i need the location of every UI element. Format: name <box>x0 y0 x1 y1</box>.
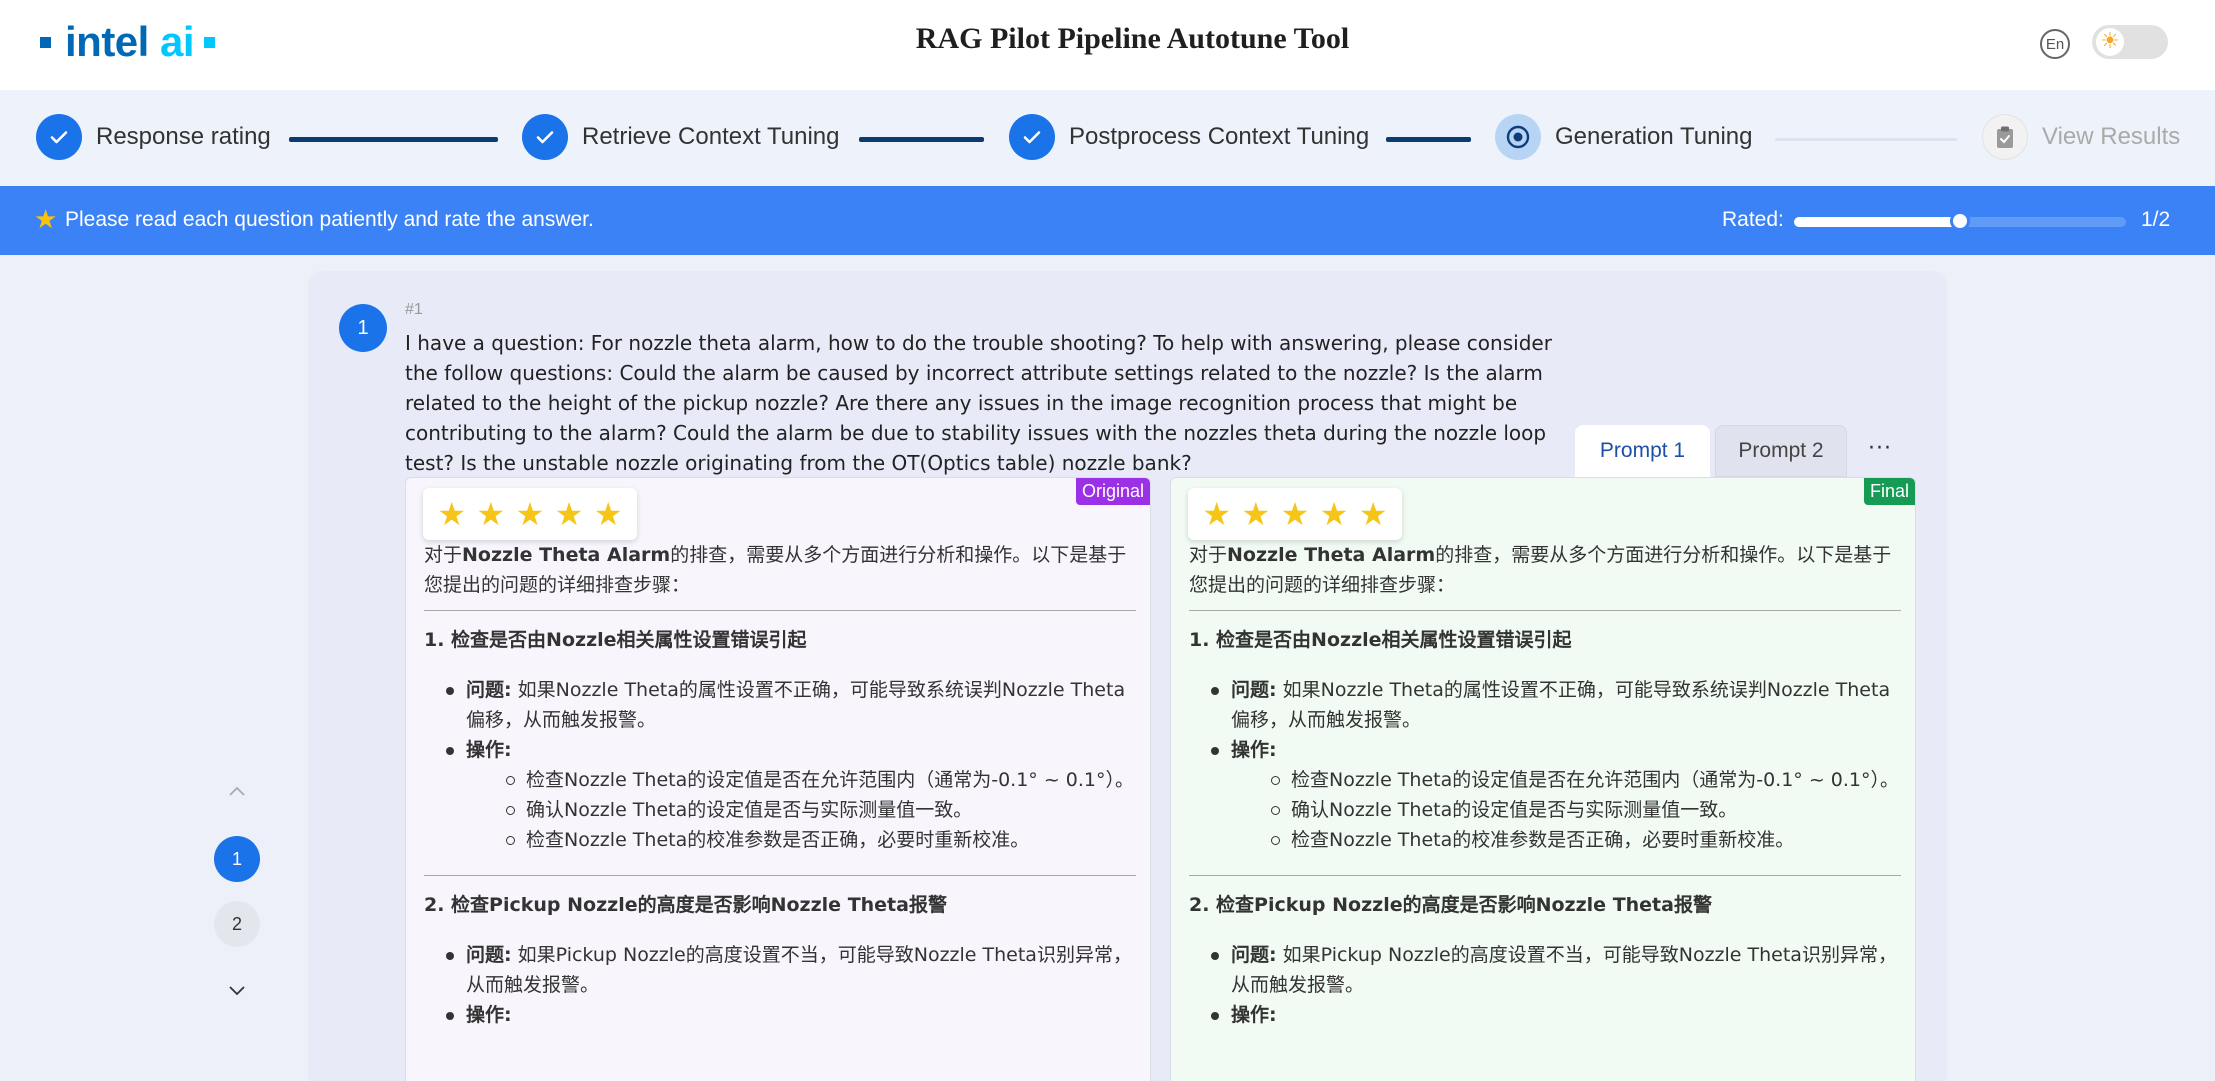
star-rating[interactable]: ★ ★ ★ ★ ★ <box>1188 488 1402 540</box>
banner-message: Please read each question patiently and … <box>65 208 594 231</box>
question-text: I have a question: For nozzle theta alar… <box>405 331 1552 475</box>
list-item: 操作: <box>446 1000 1136 1030</box>
page-title: RAG Pilot Pipeline Autotune Tool <box>915 22 1350 55</box>
theme-toggle[interactable]: ☀ <box>2092 25 2168 59</box>
check-icon <box>36 114 82 160</box>
divider <box>1189 610 1901 611</box>
section-heading: 2. 检查Pickup Nozzle的高度是否影响Nozzle Theta报警 <box>424 894 947 916</box>
more-options-button[interactable]: ··· <box>1868 436 1892 461</box>
radio-dot-icon <box>1495 114 1541 160</box>
pager-item-1[interactable]: 1 <box>214 836 260 882</box>
star-icon[interactable]: ★ <box>1202 498 1231 530</box>
star-icon[interactable]: ★ <box>1281 498 1310 530</box>
answer-body: 对于Nozzle Theta Alarm的排查，需要从多个方面进行分析和操作。以… <box>1189 540 1901 1050</box>
list-item: 操作: 检查Nozzle Theta的设定值是否在允许范围内（通常为-0.1° … <box>1211 735 1901 855</box>
star-icon[interactable]: ★ <box>555 498 584 530</box>
step-retrieve-context-tuning[interactable]: Retrieve Context Tuning <box>522 114 839 160</box>
check-icon <box>522 114 568 160</box>
step-generation-tuning[interactable]: Generation Tuning <box>1495 114 1752 160</box>
final-tag: Final <box>1863 478 1915 505</box>
list-item: 问题: 如果Pickup Nozzle的高度设置不当，可能导致Nozzle Th… <box>446 940 1136 1000</box>
step-connector <box>859 137 984 142</box>
sub-list: 检查Nozzle Theta的设定值是否在允许范围内（通常为-0.1° ~ 0.… <box>506 765 1136 855</box>
step-label: Postprocess Context Tuning <box>1069 123 1370 150</box>
star-icon[interactable]: ★ <box>516 498 545 530</box>
question-number: #1 <box>405 301 423 318</box>
list-item: 确认Nozzle Theta的设定值是否与实际测量值一致。 <box>506 795 1136 825</box>
list-item: 操作: 检查Nozzle Theta的设定值是否在允许范围内（通常为-0.1° … <box>446 735 1136 855</box>
rated-progress-fill <box>1794 217 1960 227</box>
clipboard-icon <box>1982 114 2028 160</box>
star-icon[interactable]: ★ <box>1320 498 1349 530</box>
star-icon[interactable]: ★ <box>1242 498 1271 530</box>
star-icon[interactable]: ★ <box>1359 498 1388 530</box>
original-tag: Original <box>1075 478 1150 505</box>
step-response-rating[interactable]: Response rating <box>36 114 271 160</box>
star-icon[interactable]: ★ <box>437 498 466 530</box>
list-item: 操作: <box>1211 1000 1901 1030</box>
list-item: 问题: 如果Pickup Nozzle的高度设置不当，可能导致Nozzle Th… <box>1211 940 1901 1000</box>
rated-count: 1/2 <box>2141 208 2171 231</box>
step-label: Generation Tuning <box>1555 123 1753 150</box>
star-rating[interactable]: ★ ★ ★ ★ ★ <box>423 488 637 540</box>
answer-intro: 对于Nozzle Theta Alarm的排查，需要从多个方面进行分析和操作。以… <box>424 544 1127 596</box>
step-connector <box>1386 137 1471 142</box>
divider <box>424 610 1136 611</box>
sun-icon: ☀ <box>2096 28 2124 56</box>
divider <box>424 875 1136 876</box>
list-item: 确认Nozzle Theta的设定值是否与实际测量值一致。 <box>1271 795 1901 825</box>
top-header: intel ai RAG Pilot Pipeline Autotune Too… <box>0 0 2215 90</box>
step-label: View Results <box>2042 123 2181 150</box>
rated-progress-knob[interactable] <box>1950 211 1970 231</box>
rated-label: Rated: <box>1722 208 1784 231</box>
answer-body: 对于Nozzle Theta Alarm的排查，需要从多个方面进行分析和操作。以… <box>424 540 1136 1050</box>
star-icon[interactable]: ★ <box>594 498 623 530</box>
language-switch-button[interactable]: En <box>2040 29 2070 59</box>
bullet-list: 问题: 如果Pickup Nozzle的高度设置不当，可能导致Nozzle Th… <box>446 940 1136 1030</box>
bullet-list: 问题: 如果Nozzle Theta的属性设置不正确，可能导致系统误判Nozzl… <box>1211 675 1901 855</box>
answer-pane-original: Original ★ ★ ★ ★ ★ 对于Nozzle Theta Alarm的… <box>405 477 1151 1081</box>
section-heading: 1. 检查是否由Nozzle相关属性设置错误引起 <box>1189 629 1572 651</box>
tab-prompt-2[interactable]: Prompt 2 <box>1715 425 1847 477</box>
list-item: 问题: 如果Nozzle Theta的属性设置不正确，可能导致系统误判Nozzl… <box>446 675 1136 735</box>
tab-prompt-1[interactable]: Prompt 1 <box>1575 425 1710 477</box>
step-connector <box>289 137 498 142</box>
step-postprocess-context-tuning[interactable]: Postprocess Context Tuning <box>1009 114 1369 160</box>
question-badge: 1 <box>339 304 387 352</box>
star-icon[interactable]: ★ <box>477 498 506 530</box>
chevron-down-icon[interactable] <box>229 977 245 1001</box>
list-item: 检查Nozzle Theta的设定值是否在允许范围内（通常为-0.1° ~ 0.… <box>1271 765 1901 795</box>
list-item: 检查Nozzle Theta的设定值是否在允许范围内（通常为-0.1° ~ 0.… <box>506 765 1136 795</box>
answer-pane-final: Final ★ ★ ★ ★ ★ 对于Nozzle Theta Alarm的排查，… <box>1170 477 1916 1081</box>
divider <box>1189 875 1901 876</box>
bullet-list: 问题: 如果Pickup Nozzle的高度设置不当，可能导致Nozzle Th… <box>1211 940 1901 1030</box>
section-heading: 2. 检查Pickup Nozzle的高度是否影响Nozzle Theta报警 <box>1189 894 1712 916</box>
section-heading: 1. 检查是否由Nozzle相关属性设置错误引起 <box>424 629 807 651</box>
check-icon <box>1009 114 1055 160</box>
bullet-list: 问题: 如果Nozzle Theta的属性设置不正确，可能导致系统误判Nozzl… <box>446 675 1136 855</box>
list-item: 检查Nozzle Theta的校准参数是否正确，必要时重新校准。 <box>1271 825 1901 855</box>
list-item: 问题: 如果Nozzle Theta的属性设置不正确，可能导致系统误判Nozzl… <box>1211 675 1901 735</box>
step-label: Retrieve Context Tuning <box>582 123 840 150</box>
step-view-results[interactable]: View Results <box>1982 114 2180 160</box>
pager-item-2[interactable]: 2 <box>214 901 260 947</box>
star-icon: ★ <box>34 205 58 235</box>
list-item: 检查Nozzle Theta的校准参数是否正确，必要时重新校准。 <box>506 825 1136 855</box>
step-connector <box>1775 138 1957 141</box>
chevron-up-icon[interactable] <box>229 780 245 801</box>
step-label: Response rating <box>96 123 271 150</box>
answer-intro: 对于Nozzle Theta Alarm的排查，需要从多个方面进行分析和操作。以… <box>1189 544 1892 596</box>
sub-list: 检查Nozzle Theta的设定值是否在允许范围内（通常为-0.1° ~ 0.… <box>1271 765 1901 855</box>
